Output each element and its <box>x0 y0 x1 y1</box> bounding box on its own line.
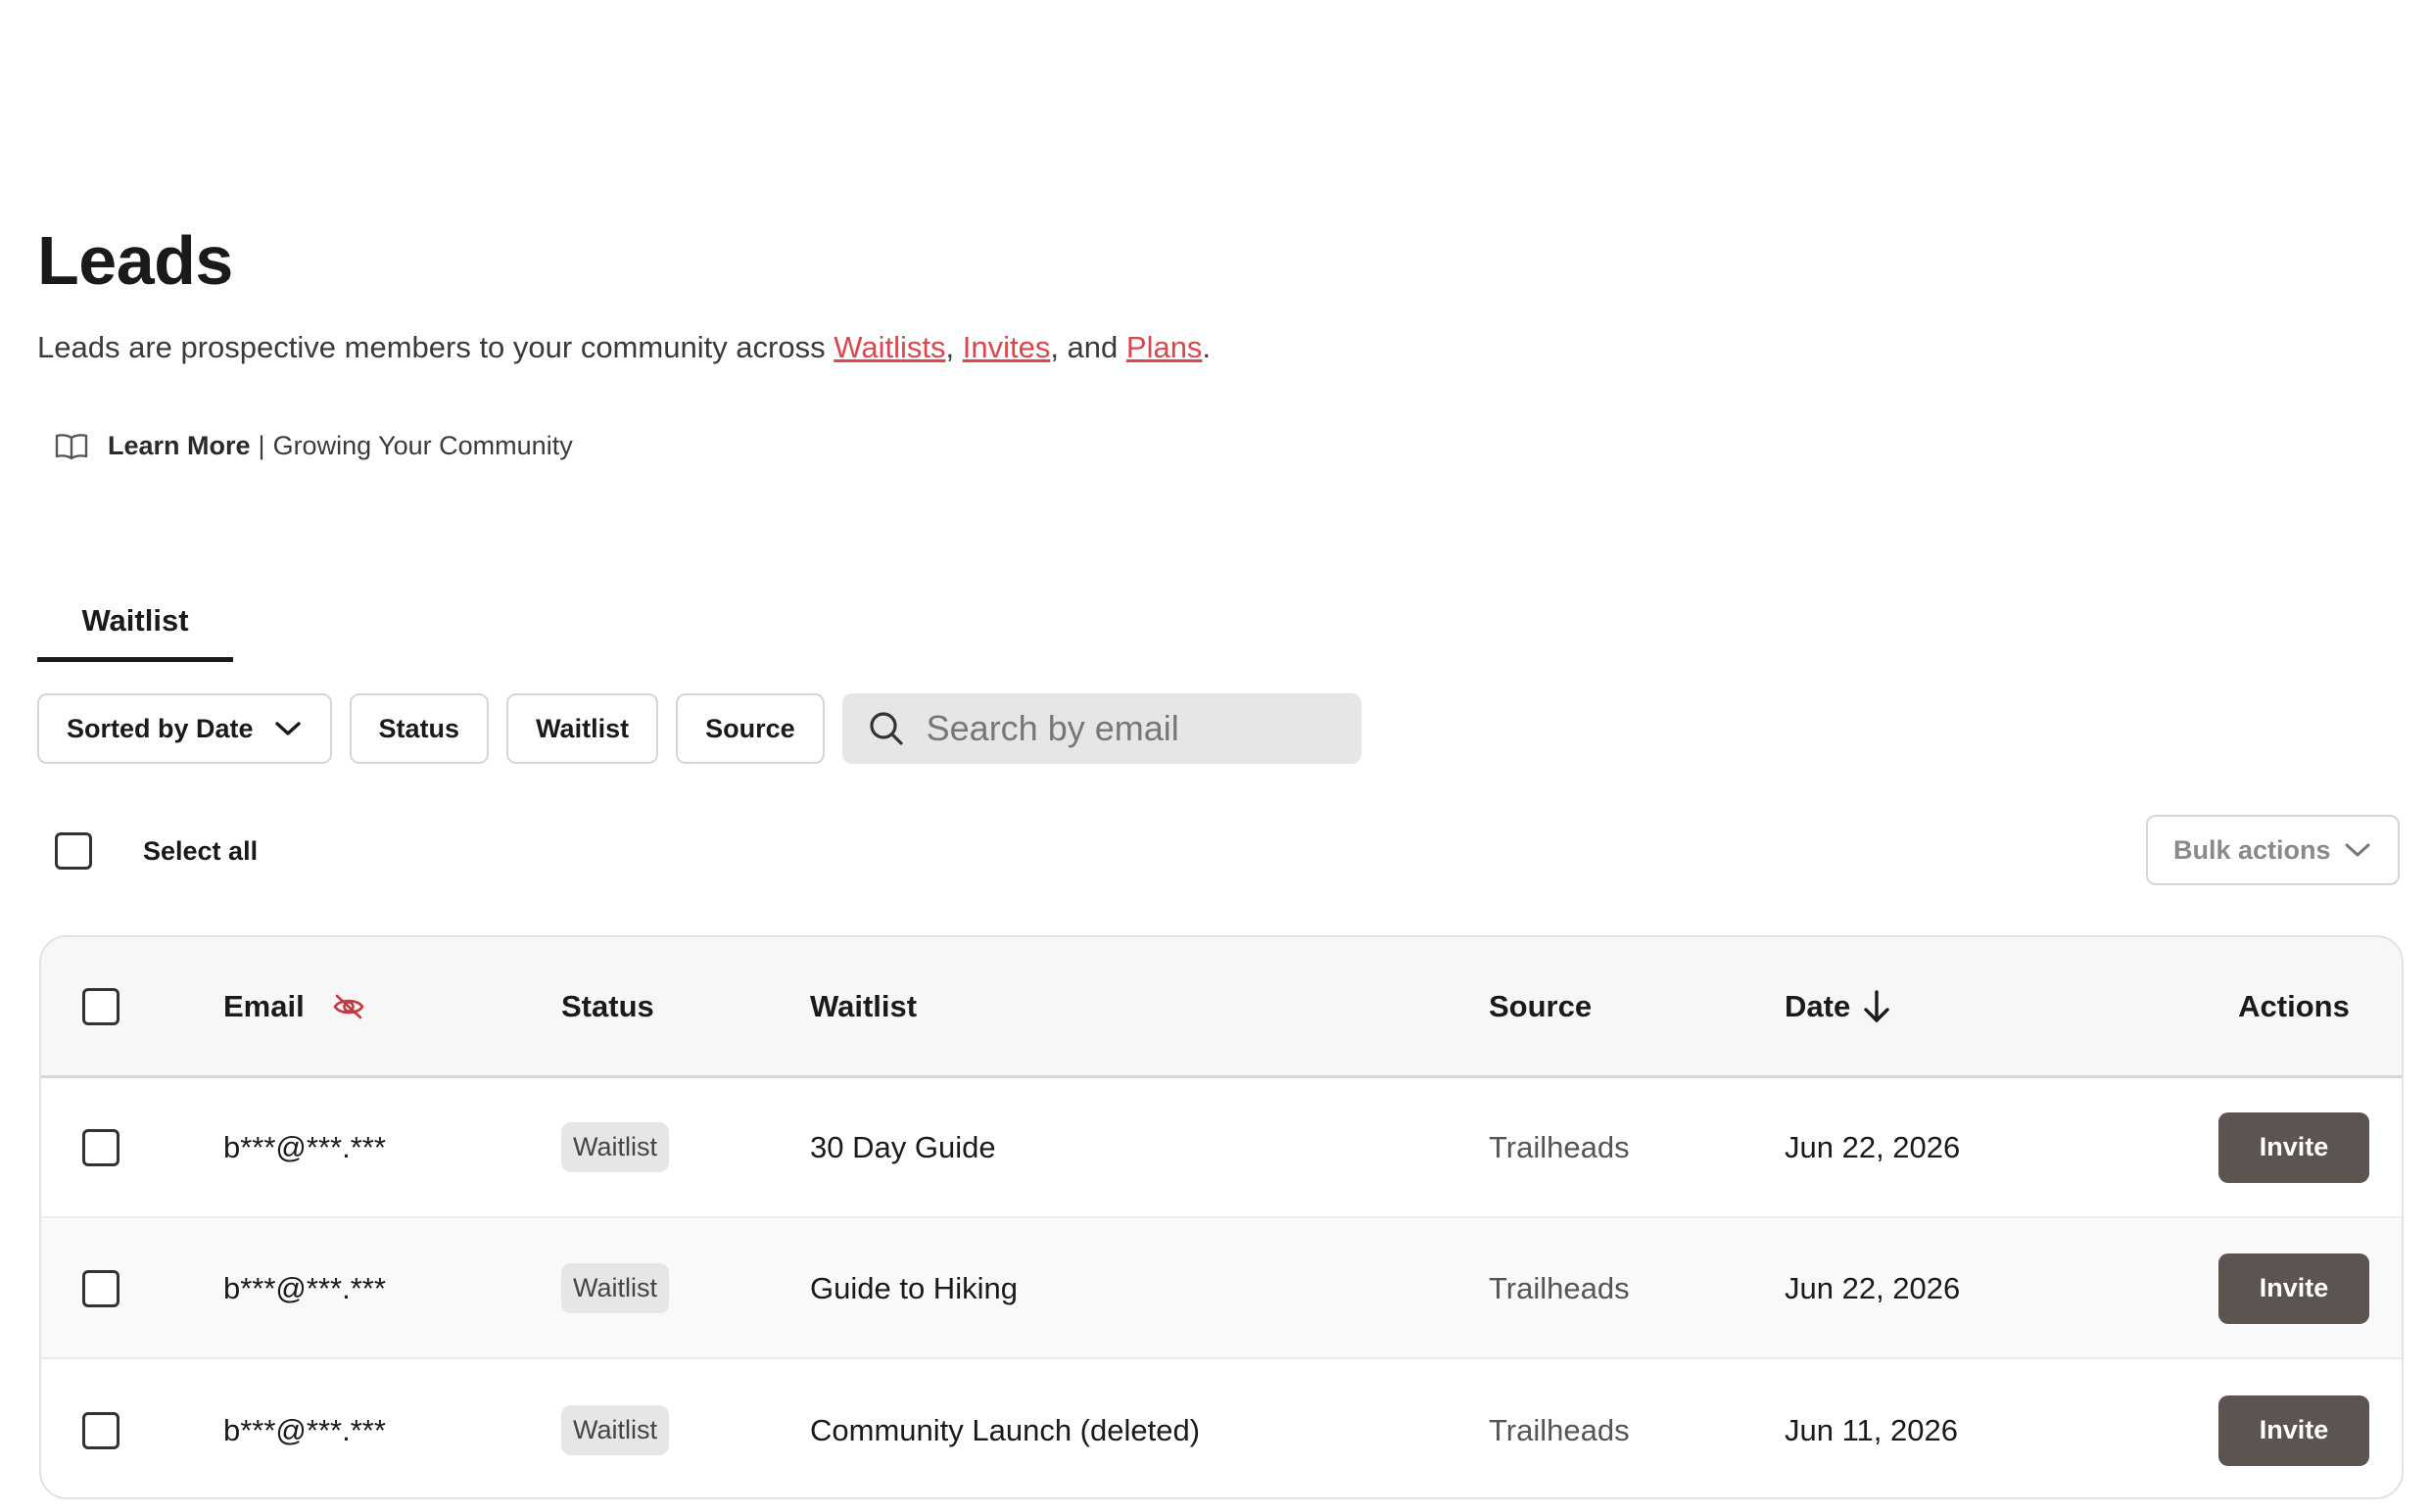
source-cell: Trailheads <box>1489 1129 1630 1164</box>
source-cell: Trailheads <box>1489 1412 1630 1447</box>
header-checkbox[interactable] <box>82 987 119 1025</box>
table-header: Email Status Waitlist Source Date Action… <box>41 937 2402 1078</box>
invite-button[interactable]: Invite <box>2218 1394 2369 1466</box>
date-header-label: Date <box>1785 988 1851 1023</box>
date-cell: Jun 22, 2026 <box>1785 1270 1961 1305</box>
learn-more-label: Learn More <box>108 431 251 460</box>
subtitle-and: , and <box>1050 330 1126 364</box>
search-input[interactable] <box>926 708 1338 749</box>
row-checkbox[interactable] <box>82 1128 119 1166</box>
bulk-actions-dropdown[interactable]: Bulk actions <box>2146 815 2400 885</box>
waitlist-cell: 30 Day Guide <box>810 1129 996 1164</box>
actions-column-header: Actions <box>2238 988 2350 1023</box>
page-title: Leads <box>37 222 233 299</box>
source-cell: Trailheads <box>1489 1270 1630 1305</box>
source-column-header: Source <box>1489 988 1593 1023</box>
select-all-row: Select all <box>55 832 258 870</box>
row-checkbox[interactable] <box>82 1269 119 1307</box>
search-icon <box>870 712 903 745</box>
waitlist-filter-button[interactable]: Waitlist <box>506 693 659 764</box>
header-checkbox-cell <box>82 937 119 1075</box>
subtitle-text: Leads are prospective members to your co… <box>37 330 834 364</box>
arrow-down-icon <box>1864 989 1889 1022</box>
source-filter-button[interactable]: Source <box>676 693 825 764</box>
email-cell: b***@***.*** <box>223 1412 386 1447</box>
invite-button[interactable]: Invite <box>2218 1252 2369 1324</box>
row-checkbox[interactable] <box>82 1411 119 1449</box>
select-all-label: Select all <box>143 835 259 866</box>
waitlist-column-header: Waitlist <box>810 988 918 1023</box>
tab-waitlist[interactable]: Waitlist <box>37 584 233 662</box>
waitlist-cell: Guide to Hiking <box>810 1270 1018 1305</box>
leads-page: Leads Leads are prospective members to y… <box>0 0 2431 1512</box>
status-badge: Waitlist <box>561 1405 669 1455</box>
plans-link[interactable]: Plans <box>1126 330 1203 364</box>
learn-more-separator: | <box>258 431 265 460</box>
status-badge: Waitlist <box>561 1263 669 1313</box>
leads-table: Email Status Waitlist Source Date Action… <box>39 935 2404 1499</box>
date-column-header[interactable]: Date <box>1785 937 1891 1075</box>
date-cell: Jun 22, 2026 <box>1785 1129 1961 1164</box>
status-filter-button[interactable]: Status <box>349 693 490 764</box>
page-subtitle: Leads are prospective members to your co… <box>37 330 1211 365</box>
filter-bar: Sorted by Date Status Waitlist Source <box>37 693 1361 764</box>
subtitle-period: . <box>1202 330 1212 364</box>
waitlist-cell: Community Launch (deleted) <box>810 1412 1201 1447</box>
chevron-down-icon <box>274 722 301 735</box>
bulk-actions-label: Bulk actions <box>2173 834 2331 865</box>
waitlists-link[interactable]: Waitlists <box>834 330 945 364</box>
email-cell: b***@***.*** <box>223 1129 386 1164</box>
table-row: b***@***.*** Waitlist Community Launch (… <box>41 1360 2402 1497</box>
email-column-header: Email <box>223 937 365 1075</box>
table-row: b***@***.*** Waitlist 30 Day Guide Trail… <box>41 1078 2402 1218</box>
status-badge: Waitlist <box>561 1122 669 1172</box>
chevron-down-icon <box>2345 843 2370 857</box>
invite-button[interactable]: Invite <box>2218 1111 2369 1183</box>
email-header-label: Email <box>223 988 305 1023</box>
learn-more-topic: Growing Your Community <box>272 431 573 460</box>
eye-off-icon[interactable] <box>332 992 365 1021</box>
subtitle-comma: , <box>945 330 963 364</box>
learn-more-link[interactable]: Learn More | Growing Your Community <box>55 431 573 461</box>
search-box[interactable] <box>841 693 1361 764</box>
date-cell: Jun 11, 2026 <box>1785 1412 1958 1447</box>
select-all-checkbox[interactable] <box>55 832 92 870</box>
book-icon <box>55 432 88 461</box>
table-row: b***@***.*** Waitlist Guide to Hiking Tr… <box>41 1219 2402 1359</box>
email-cell: b***@***.*** <box>223 1270 386 1305</box>
invites-link[interactable]: Invites <box>963 330 1051 364</box>
status-column-header: Status <box>561 988 654 1023</box>
sort-label: Sorted by Date <box>67 713 254 743</box>
sort-dropdown[interactable]: Sorted by Date <box>37 693 332 764</box>
